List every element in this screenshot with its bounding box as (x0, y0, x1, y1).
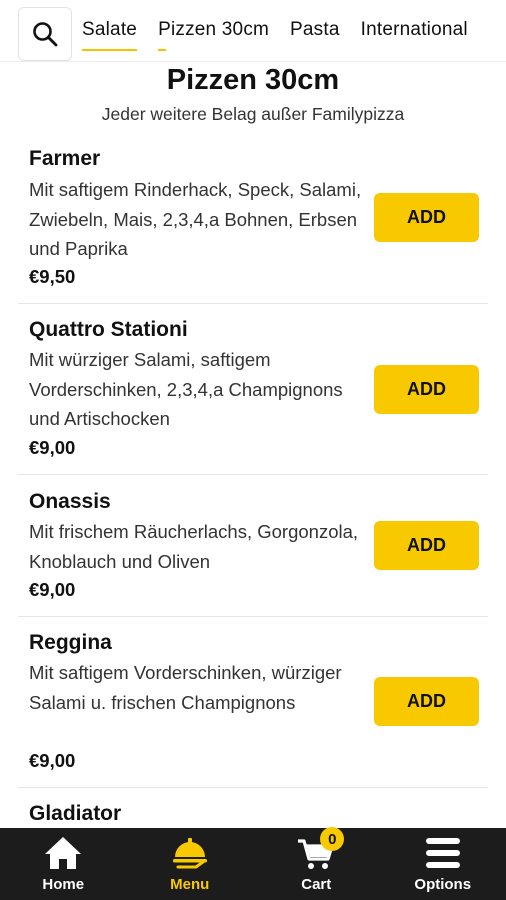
search-button[interactable] (18, 7, 72, 61)
add-button[interactable]: ADD (374, 677, 479, 726)
item-name: Farmer (29, 147, 101, 170)
nav-home[interactable]: Home (0, 828, 127, 900)
add-button[interactable]: ADD (374, 365, 479, 414)
item-name: Gladiator (29, 802, 122, 825)
item-price: €9,00 (29, 437, 76, 458)
section-title: Pizzen 30cm (166, 64, 340, 96)
nav-home-label: Home (42, 876, 85, 893)
nav-options-label: Options (414, 876, 472, 893)
nav-cart-label: Cart (301, 876, 332, 893)
menu-item: Gladiator (18, 788, 488, 828)
add-button[interactable]: ADD (374, 193, 479, 242)
section-subtitle: Jeder weitere Belag außer Familypizza (101, 104, 405, 124)
cart-count-badge: 0 (320, 827, 345, 851)
menu-item: Onassis Mit frischem Räucherlachs, Gorgo… (18, 475, 488, 617)
search-icon (33, 22, 58, 47)
tab-pizzen-30cm[interactable]: Pizzen 30cm (158, 19, 269, 51)
nav-cart[interactable]: 0 Cart (253, 827, 380, 900)
options-icon (421, 833, 465, 873)
tab-pasta[interactable]: Pasta (290, 19, 340, 43)
item-description: Mit saftigem Vorderschinken, würziger Sa… (29, 662, 342, 713)
cart-icon: 0 (294, 827, 345, 873)
bottom-navigation: Home Menu 0 Cart Options (0, 827, 506, 900)
item-name: Reggina (29, 631, 112, 654)
menu-icon (168, 833, 212, 873)
item-description: Mit würziger Salami, saftigem Vorderschi… (29, 349, 343, 429)
item-name: Onassis (29, 490, 111, 513)
menu-item: Quattro Stationi Mit würziger Salami, sa… (18, 304, 488, 475)
nav-menu-label: Menu (170, 876, 210, 893)
category-tabs: Salate Pizzen 30cm Pasta International (82, 0, 489, 61)
item-description: Mit saftigem Rinderhack, Speck, Salami, … (29, 179, 362, 259)
item-price: €9,00 (29, 579, 76, 600)
tab-international[interactable]: International (361, 19, 468, 43)
tab-salate[interactable]: Salate (82, 19, 138, 51)
nav-options[interactable]: Options (380, 828, 506, 900)
item-name: Quattro Stationi (29, 318, 188, 341)
add-button[interactable]: ADD (374, 521, 479, 570)
nav-menu[interactable]: Menu (127, 828, 254, 900)
item-price: €9,00 (29, 750, 76, 771)
menu-item: Reggina Mit saftigem Vorderschinken, wür… (18, 617, 488, 788)
category-bar: Salate Pizzen 30cm Pasta International (0, 0, 506, 62)
item-description: Mit frischem Räucherlachs, Gorgonzola, K… (29, 521, 359, 572)
item-price: €9,50 (29, 266, 76, 287)
menu-item: Farmer Mit saftigem Rinderhack, Speck, S… (18, 140, 488, 304)
home-icon (41, 833, 85, 873)
